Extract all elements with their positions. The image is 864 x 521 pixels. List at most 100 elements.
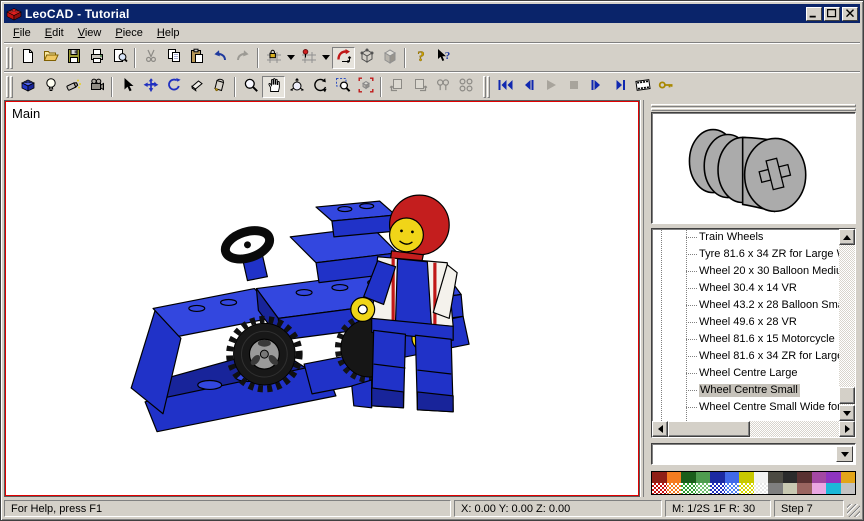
color-swatch[interactable]	[739, 472, 754, 483]
color-swatch[interactable]	[783, 483, 798, 494]
erase-button[interactable]	[185, 76, 208, 98]
color-swatch[interactable]	[841, 483, 856, 494]
animation-mode-button[interactable]	[631, 76, 654, 98]
scroll-right-button[interactable]	[839, 421, 855, 437]
piece-item-selected[interactable]: Wheel Centre Small	[652, 382, 839, 399]
select-button[interactable]	[116, 76, 139, 98]
combo-dropdown-button[interactable]	[836, 446, 853, 462]
stop-button[interactable]	[562, 76, 585, 98]
piece-item[interactable]: Wheel 49.6 x 28 VR	[652, 314, 839, 331]
color-swatch[interactable]	[696, 472, 711, 483]
hscroll-thumb[interactable]	[668, 421, 750, 437]
color-swatch-translucent[interactable]	[681, 483, 696, 494]
piece-list-hscroll[interactable]	[652, 421, 855, 437]
piece-group-combo[interactable]	[651, 443, 856, 465]
color-swatch-translucent[interactable]	[696, 483, 711, 494]
pan-button[interactable]	[262, 76, 285, 98]
color-swatch-translucent[interactable]	[739, 483, 754, 494]
piece-preview[interactable]	[651, 112, 856, 224]
paint-button[interactable]	[208, 76, 231, 98]
color-swatch[interactable]	[768, 472, 783, 483]
piece-item[interactable]: Wheel 81.6 x 15 Motorcycle	[652, 331, 839, 348]
piece-list-vscroll[interactable]	[839, 229, 855, 421]
piece-item[interactable]: Wheel 30.4 x 14 VR	[652, 280, 839, 297]
piece-item[interactable]: Wheel 81.6 x 34 ZR for Large	[652, 348, 839, 365]
play-button[interactable]	[539, 76, 562, 98]
piece-item[interactable]: Wheel 43.2 x 28 Balloon Small	[652, 297, 839, 314]
scroll-up-button[interactable]	[839, 229, 855, 245]
color-swatch[interactable]	[812, 472, 827, 483]
save-button[interactable]	[62, 47, 85, 69]
move-snap-dropdown[interactable]	[320, 47, 332, 69]
lock-snap-dropdown[interactable]	[285, 47, 297, 69]
close-button[interactable]	[842, 7, 858, 21]
color-swatch[interactable]	[826, 472, 841, 483]
zoom-region-button[interactable]	[331, 76, 354, 98]
color-swatch[interactable]	[797, 472, 812, 483]
add-keys-button[interactable]	[654, 76, 677, 98]
piece-item[interactable]: Wheel 20 x 30 Balloon Medium	[652, 263, 839, 280]
move-button[interactable]	[139, 76, 162, 98]
menu-piece[interactable]: Piece	[108, 25, 150, 41]
angle-snap-button[interactable]	[332, 47, 355, 69]
last-step-button[interactable]	[608, 76, 631, 98]
vscroll-track[interactable]	[839, 245, 855, 405]
minimize-button[interactable]	[806, 7, 822, 21]
context-help-button[interactable]: ?	[432, 47, 455, 69]
piece-item[interactable]: Tyre 81.6 x 34 ZR for Large W	[652, 246, 839, 263]
rotate-button[interactable]	[162, 76, 185, 98]
title-bar[interactable]: LeoCAD - Tutorial	[4, 4, 860, 23]
piece-item[interactable]: Wheel Centre Small Wide for S	[652, 399, 839, 416]
color-swatch[interactable]	[710, 472, 725, 483]
rotate-view-button[interactable]	[285, 76, 308, 98]
copy-button[interactable]	[162, 47, 185, 69]
new-file-button[interactable]	[16, 47, 39, 69]
lock-snap-button[interactable]	[262, 47, 285, 69]
zoom-extents-button[interactable]	[354, 76, 377, 98]
print-button[interactable]	[85, 47, 108, 69]
color-swatch-translucent[interactable]	[754, 483, 769, 494]
wireframe-view-button[interactable]	[355, 47, 378, 69]
piece-next-button[interactable]	[408, 76, 431, 98]
next-step-button[interactable]	[585, 76, 608, 98]
color-swatch-translucent[interactable]	[710, 483, 725, 494]
menu-help[interactable]: Help	[150, 25, 187, 41]
roll-button[interactable]	[308, 76, 331, 98]
color-swatch[interactable]	[797, 483, 812, 494]
light-button[interactable]	[39, 76, 62, 98]
color-swatch[interactable]	[754, 472, 769, 483]
cut-button[interactable]	[139, 47, 162, 69]
color-swatch[interactable]	[652, 472, 667, 483]
undo-button[interactable]	[208, 47, 231, 69]
scroll-left-button[interactable]	[652, 421, 668, 437]
move-snap-button[interactable]	[297, 47, 320, 69]
resize-grip[interactable]	[847, 504, 860, 517]
vscroll-thumb[interactable]	[839, 387, 855, 404]
scroll-down-button[interactable]	[839, 405, 855, 421]
color-swatch[interactable]	[681, 472, 696, 483]
color-swatch[interactable]	[841, 472, 856, 483]
color-swatch[interactable]	[812, 483, 827, 494]
spotlight-button[interactable]	[62, 76, 85, 98]
print-preview-button[interactable]	[108, 47, 131, 69]
toolbar-grip[interactable]	[6, 47, 14, 69]
menu-view[interactable]: View	[71, 25, 109, 41]
previous-step-button[interactable]	[516, 76, 539, 98]
maximize-button[interactable]	[824, 7, 840, 21]
menu-edit[interactable]: Edit	[38, 25, 71, 41]
piece-previous-button[interactable]	[385, 76, 408, 98]
color-swatch-translucent[interactable]	[667, 483, 682, 494]
camera-button[interactable]	[85, 76, 108, 98]
toolbar-grip[interactable]	[6, 76, 14, 98]
solid-view-button[interactable]	[378, 47, 401, 69]
menu-file[interactable]: File	[6, 25, 38, 41]
color-swatch-translucent[interactable]	[652, 483, 667, 494]
piece-item[interactable]: Wheel Centre Large	[652, 365, 839, 382]
insert-piece-button[interactable]	[16, 76, 39, 98]
first-step-button[interactable]	[493, 76, 516, 98]
color-swatch[interactable]	[783, 472, 798, 483]
piece-views-button[interactable]	[454, 76, 477, 98]
color-swatch-translucent[interactable]	[725, 483, 740, 494]
zoom-button[interactable]	[239, 76, 262, 98]
piece-item[interactable]: Train Wheels	[652, 229, 839, 246]
